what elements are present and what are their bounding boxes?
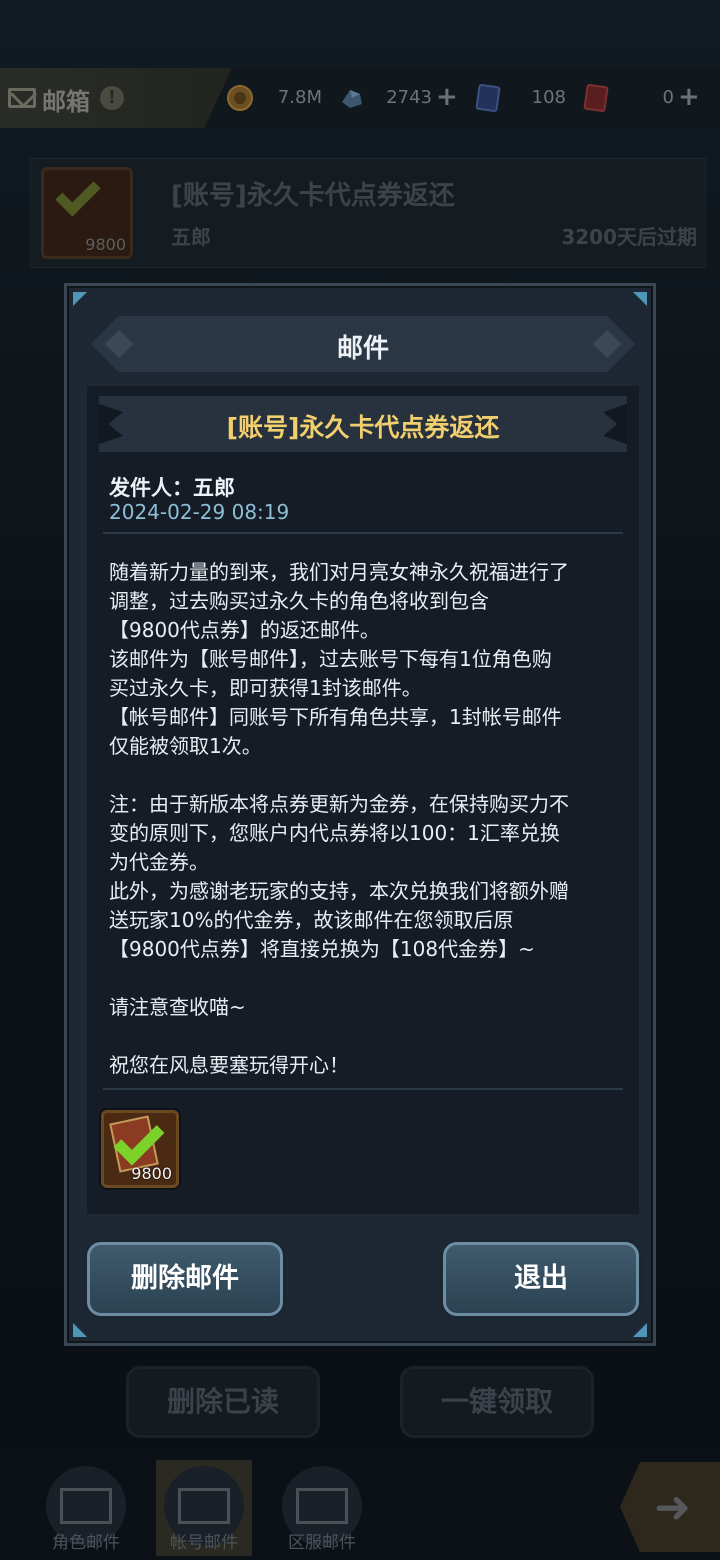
delete-read-button[interactable]: 删除已读	[126, 1366, 320, 1438]
mail-body: 随着新力量的到来，我们对月亮女神永久祝福进行了 调整，过去购买过永久卡的角色将收到…	[109, 558, 625, 1080]
attachment-count: 9800	[131, 1164, 172, 1183]
tab-account-mail[interactable]: 帐号邮件	[156, 1460, 252, 1556]
mail-content-panel: [账号]永久卡代点券返还 发件人：五郎 2024-02-29 08:19 随着新…	[87, 386, 639, 1214]
mail-item-icon-count: 9800	[85, 235, 126, 254]
coin-icon	[227, 85, 253, 111]
tab-server-mail[interactable]: 区服邮件	[274, 1460, 370, 1556]
account-mail-icon	[178, 1488, 230, 1524]
mail-body-line: 【9800代点券】将直接兑换为【108代金券】~	[109, 937, 535, 961]
mail-body-line: 请注意查收喵~	[109, 995, 246, 1019]
delete-mail-button[interactable]: 删除邮件	[87, 1242, 283, 1316]
tab-label: 帐号邮件	[170, 1533, 238, 1553]
mail-date: 2024-02-29 08:19	[109, 500, 290, 524]
mail-subject: [账号]永久卡代点券返还	[226, 413, 500, 442]
gold-ticket-add-button[interactable]: +	[678, 82, 700, 112]
tab-character-mail[interactable]: 角色邮件	[38, 1460, 134, 1556]
mailbox-title-tab: 邮箱 !	[0, 68, 232, 128]
mail-detail-modal: 邮件 [账号]永久卡代点券返还 发件人：五郎 2024-02-29 08:19 …	[64, 283, 656, 1346]
corner-ornament	[633, 292, 647, 306]
mail-item-sender: 五郎	[171, 225, 211, 249]
modal-title: 邮件	[336, 334, 389, 364]
mail-item-icon: 9800	[41, 167, 133, 259]
crystal-value: 2743	[386, 87, 432, 108]
server-mail-icon	[296, 1488, 348, 1524]
mail-body-line: 调整，过去购买过永久卡的角色将收到包含	[109, 589, 489, 613]
corner-ornament	[633, 1323, 647, 1337]
voucher-card-icon	[475, 84, 501, 112]
voucher-value: 108	[531, 87, 566, 108]
mail-body-line: 【9800代点券】的返还邮件。	[109, 618, 380, 642]
mail-body-line	[109, 964, 625, 993]
resource-crystal: 2743 +	[338, 82, 462, 112]
checkmark-icon	[55, 171, 101, 217]
mail-icon	[8, 88, 36, 108]
mail-list-item[interactable]: 9800 [账号]永久卡代点券返还 五郎 3200天后过期	[30, 158, 706, 268]
tab-label: 区服邮件	[288, 1533, 356, 1553]
mail-body-line: 祝您在风息要塞玩得开心！	[109, 1053, 349, 1077]
mail-body-line	[109, 1022, 625, 1051]
crystal-add-button[interactable]: +	[436, 82, 458, 112]
tab-label: 角色邮件	[52, 1533, 120, 1553]
mail-item-title: [账号]永久卡代点券返还	[171, 181, 455, 211]
divider	[103, 532, 623, 534]
mail-body-line: 买过永久卡，即可获得1封该邮件。	[109, 676, 422, 700]
forward-button[interactable]: ➜	[620, 1462, 720, 1552]
attachment-item[interactable]: 9800	[101, 1110, 179, 1188]
mail-body-line: 送玩家10%的代金券，故该邮件在您领取后原	[109, 908, 514, 932]
corner-ornament	[73, 292, 87, 306]
corner-ornament	[73, 1323, 87, 1337]
gold-value: 7.8M	[277, 87, 322, 108]
info-icon[interactable]: !	[100, 86, 124, 110]
exit-button[interactable]: 退出	[443, 1242, 639, 1316]
mail-item-expire: 3200天后过期	[561, 225, 697, 249]
mail-body-line: 该邮件为【账号邮件】，过去账号下每有1位角色购	[109, 647, 552, 671]
divider	[103, 1088, 623, 1090]
mail-body-line: 为代金券。	[109, 850, 209, 874]
mail-body-line: 变的原则下，您账户内代点券将以100：1汇率兑换	[109, 821, 560, 845]
gold-ticket-icon	[583, 84, 609, 112]
envelope-icon	[60, 1488, 112, 1524]
modal-header: 邮件	[91, 316, 635, 372]
mail-sender: 发件人：五郎	[109, 476, 235, 500]
forward-arrow-icon: ➜	[654, 1482, 691, 1533]
mail-body-line: 【帐号邮件】同账号下所有角色共享，1封帐号邮件	[109, 705, 562, 729]
mail-body-line: 此外，为感谢老玩家的支持，本次兑换我们将额外赠	[109, 879, 569, 903]
mailbox-title: 邮箱	[42, 88, 90, 116]
subject-banner: [账号]永久卡代点券返还	[99, 396, 627, 452]
mail-body-line: 随着新力量的到来，我们对月亮女神永久祝福进行了	[109, 560, 569, 584]
gold-ticket-value: 0	[662, 87, 674, 108]
mail-body-line: 注：由于新版本将点券更新为金券，在保持购买力不	[109, 792, 569, 816]
resource-gold-ticket: 0 +	[582, 82, 706, 112]
crystal-icon	[342, 90, 362, 108]
mail-body-line: 仅能被领取1次。	[109, 734, 262, 758]
claim-all-button[interactable]: 一键领取	[400, 1366, 594, 1438]
resource-voucher: 108	[474, 84, 570, 112]
mail-body-line	[109, 761, 625, 790]
resource-gold: 7.8M	[226, 84, 326, 112]
